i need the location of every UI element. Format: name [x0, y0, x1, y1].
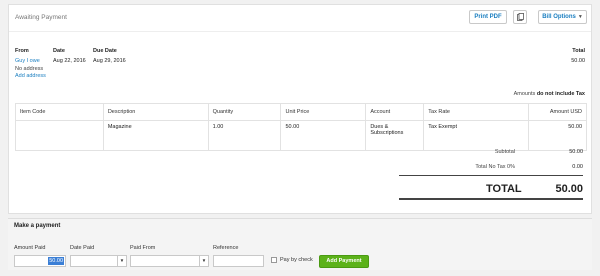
print-pdf-button[interactable]: Print PDF: [469, 10, 507, 24]
invoice-total: 50.00: [571, 58, 585, 64]
amounts-tax-note: Amounts do not include Tax: [514, 91, 585, 97]
add-payment-button[interactable]: Add Payment: [319, 255, 369, 268]
pay-by-check-checkbox[interactable]: [271, 257, 277, 263]
table-header-row: Item Code Description Quantity Unit Pric…: [15, 103, 587, 121]
from-header: From: [15, 48, 29, 54]
tax-rate-cell: Tax Exempt: [423, 120, 530, 151]
due-date-header: Due Date: [93, 48, 117, 54]
add-address-link[interactable]: Add address: [15, 73, 46, 79]
from-contact-link[interactable]: Guy I owe: [15, 58, 40, 64]
make-payment-panel: Make a payment Amount Paid Date Paid Pai…: [8, 218, 592, 270]
column-header: Tax Rate: [423, 103, 530, 121]
column-header: Unit Price: [280, 103, 367, 121]
bill-options-button[interactable]: Bill Options ▼: [538, 10, 587, 24]
amounts-note-prefix: Amounts: [513, 91, 536, 97]
date-paid-input[interactable]: ▼: [70, 255, 127, 267]
line-items-table: Item Code Description Quantity Unit Pric…: [15, 103, 587, 151]
total-header: Total: [572, 48, 585, 54]
chevron-down-icon: ▼: [577, 14, 583, 20]
subtotal-label: Subtotal: [494, 149, 515, 155]
reference-input[interactable]: [213, 255, 264, 267]
invoice-date: Aug 22, 2016: [53, 58, 86, 64]
amount-paid-input[interactable]: 50.00: [14, 255, 66, 267]
column-header: Item Code: [15, 103, 104, 121]
chevron-down-icon[interactable]: ▼: [199, 256, 208, 266]
invoice-toolbar: Awaiting Payment Print PDF Bill Options ▼: [9, 5, 591, 32]
total-divider-bottom: [399, 198, 583, 200]
copy-button[interactable]: [513, 10, 527, 24]
grand-total-value: 50.00: [555, 183, 583, 195]
pay-by-check-label[interactable]: Pay by check: [280, 257, 313, 263]
paid-from-label: Paid From: [130, 245, 156, 251]
description-cell: Magazine: [102, 120, 209, 151]
no-address-text: No address: [15, 66, 44, 72]
column-header: Quantity: [207, 103, 282, 121]
total-divider-top: [399, 175, 583, 176]
table-row: Magazine 1.00 50.00 Dues & Subscriptions…: [15, 120, 587, 151]
account-cell: Dues & Subscriptions: [365, 120, 425, 151]
reference-label: Reference: [213, 245, 239, 251]
amount-cell: 50.00: [528, 120, 587, 151]
date-paid-label: Date Paid: [70, 245, 95, 251]
copy-icon: [516, 13, 524, 21]
tax-label: Total No Tax 0%: [475, 164, 515, 170]
column-header: Account: [365, 103, 425, 121]
invoice-card: Awaiting Payment Print PDF Bill Options ▼…: [8, 4, 592, 214]
invoice-due-date: Aug 29, 2016: [93, 58, 126, 64]
make-payment-title: Make a payment: [14, 223, 61, 229]
amount-paid-label: Amount Paid: [14, 245, 46, 251]
date-header: Date: [53, 48, 65, 54]
chevron-down-icon[interactable]: ▼: [117, 256, 126, 266]
status-label: Awaiting Payment: [15, 14, 67, 21]
amount-paid-value: 50.00: [48, 257, 64, 265]
paid-from-select[interactable]: ▼: [130, 255, 209, 267]
item-code-cell: [15, 120, 104, 151]
bill-options-label: Bill Options: [542, 14, 576, 20]
column-header: Description: [102, 103, 209, 121]
grand-total-label: TOTAL: [486, 183, 522, 195]
tax-value: 0.00: [572, 164, 583, 170]
subtotal-value: 50.00: [569, 149, 583, 155]
quantity-cell: 1.00: [207, 120, 282, 151]
unit-price-cell: 50.00: [280, 120, 367, 151]
column-header: Amount USD: [528, 103, 587, 121]
amounts-note-bold: do not include Tax: [536, 91, 585, 97]
